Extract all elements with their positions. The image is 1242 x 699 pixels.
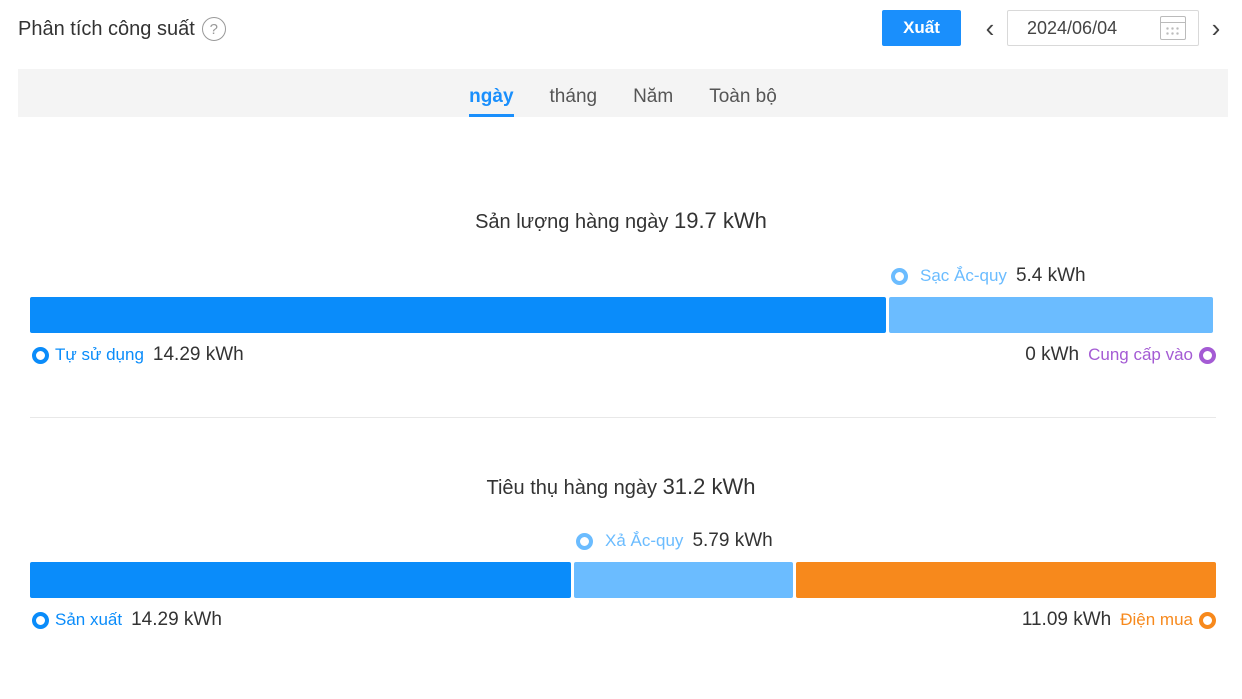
legend-self-use: Tự sử dụng 14.29 kWh	[32, 344, 249, 366]
legend-label: Sạc Ắc-quy	[920, 266, 1007, 285]
tab-day[interactable]: ngày	[469, 69, 514, 117]
bar-segment-purchased	[796, 562, 1216, 598]
legend-value: 14.29 kWh	[152, 344, 244, 365]
production-title-label: Sản lượng hàng ngày	[475, 211, 669, 233]
export-button[interactable]: Xuất	[882, 10, 961, 46]
legend-battery-charge: Sạc Ắc-quy 5.4 kWh	[891, 265, 1091, 287]
legend-label: Xả Ắc-quy	[605, 531, 684, 550]
tab-month[interactable]: tháng	[550, 69, 598, 117]
legend-dot-icon	[32, 611, 49, 629]
legend-value: 5.4 kWh	[1015, 265, 1086, 286]
tab-year[interactable]: Năm	[633, 69, 673, 117]
legend-feed-in: 0 kWh Cung cấp vào	[1020, 344, 1216, 366]
consumption-title: Tiêu thụ hàng ngày 31.2 kWh	[0, 474, 1242, 500]
legend-produced: Sản xuất 14.29 kWh	[32, 609, 227, 631]
section-divider	[30, 417, 1216, 418]
title-wrap: Phân tích công suất ?	[18, 17, 226, 41]
chevron-left-icon[interactable]: ‹	[980, 13, 1000, 43]
production-title: Sản lượng hàng ngày 19.7 kWh	[0, 208, 1242, 234]
production-bar	[30, 297, 1213, 333]
legend-dot-icon	[1199, 346, 1216, 364]
period-tabs: ngày tháng Năm Toàn bộ	[18, 69, 1228, 117]
bar-segment-produced	[30, 562, 571, 598]
legend-battery-discharge: Xả Ắc-quy 5.79 kWh	[576, 530, 778, 552]
legend-dot-icon	[32, 346, 49, 364]
legend-dot-icon	[1199, 611, 1216, 629]
legend-purchased: 11.09 kWh Điện mua	[1017, 609, 1216, 631]
consumption-total: 31.2 kWh	[662, 474, 756, 499]
legend-label: Cung cấp vào	[1088, 345, 1193, 364]
header: Phân tích công suất ? Xuất ‹ 2024/06/04 …	[0, 0, 1242, 60]
date-picker[interactable]: 2024/06/04	[1007, 10, 1199, 46]
chevron-right-icon[interactable]: ›	[1206, 13, 1226, 43]
bar-segment-battery-discharge	[573, 562, 794, 598]
legend-value: 14.29 kWh	[131, 609, 222, 630]
legend-dot-icon	[576, 532, 593, 550]
question-circle-icon[interactable]: ?	[201, 17, 226, 41]
legend-label: Sản xuất	[55, 610, 123, 629]
consumption-title-label: Tiêu thụ hàng ngày	[486, 477, 658, 499]
legend-label: Điện mua	[1120, 610, 1193, 629]
legend-value: 5.79 kWh	[692, 530, 773, 551]
date-value: 2024/06/04	[1027, 17, 1118, 38]
tab-all[interactable]: Toàn bộ	[709, 69, 777, 117]
production-total: 19.7 kWh	[673, 208, 767, 233]
legend-dot-icon	[891, 267, 908, 285]
legend-label: Tự sử dụng	[55, 345, 144, 364]
legend-value: 0 kWh	[1025, 344, 1080, 365]
bar-segment-self-use	[30, 297, 887, 333]
calendar-icon[interactable]	[1160, 16, 1186, 40]
legend-value: 11.09 kWh	[1021, 609, 1112, 630]
page-title: Phân tích công suất	[18, 17, 195, 40]
consumption-bar	[30, 562, 1216, 598]
bar-segment-battery-charge	[889, 297, 1213, 333]
